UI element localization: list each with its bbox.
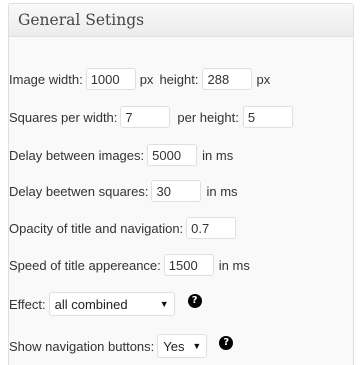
opacity-input[interactable] bbox=[186, 217, 237, 239]
effect-label: Effect: bbox=[9, 296, 46, 312]
nav-buttons-select-value: Yes bbox=[163, 338, 185, 354]
image-height-input[interactable] bbox=[202, 68, 253, 90]
delay-squares-input[interactable] bbox=[151, 180, 202, 202]
delay-squares-unit: in ms bbox=[206, 183, 238, 199]
delay-images-unit: in ms bbox=[202, 147, 234, 163]
title-speed-unit: in ms bbox=[218, 257, 250, 273]
delay-images-row: Delay between images: in ms bbox=[9, 144, 233, 166]
delay-squares-label: Delay beetwen squares: bbox=[9, 183, 149, 199]
help-icon[interactable]: ? bbox=[187, 293, 202, 308]
image-width-unit: px bbox=[139, 71, 154, 87]
delay-images-label: Delay between images: bbox=[9, 147, 145, 163]
title-speed-label: Speed of title appereance: bbox=[9, 257, 161, 273]
squares-per-height-label: per height: bbox=[177, 109, 239, 125]
squares-per-height-input[interactable] bbox=[242, 106, 293, 128]
title-speed-input[interactable] bbox=[163, 254, 214, 276]
title-speed-row: Speed of title appereance: in ms bbox=[9, 254, 250, 276]
panel-header: General Setings bbox=[9, 4, 353, 37]
nav-buttons-label: Show navigation buttons: bbox=[9, 338, 155, 354]
opacity-label: Opacity of title and navigation: bbox=[9, 220, 184, 236]
chevron-down-icon: ▼ bbox=[192, 341, 202, 351]
delay-squares-row: Delay beetwen squares: in ms bbox=[9, 180, 238, 202]
panel-title: General Setings bbox=[18, 11, 145, 29]
squares-per-width-label: Squares per width: bbox=[9, 109, 118, 125]
nav-buttons-select[interactable]: Yes ▼ bbox=[157, 334, 208, 358]
nav-buttons-row: Show navigation buttons: Yes ▼ ? bbox=[9, 334, 234, 358]
image-height-unit: px bbox=[256, 71, 271, 87]
image-height-label: height: bbox=[159, 71, 199, 87]
squares-per-width-input[interactable] bbox=[120, 106, 171, 128]
image-width-input[interactable] bbox=[85, 68, 136, 90]
squares-row: Squares per width: per height: bbox=[9, 106, 293, 128]
chevron-down-icon: ▼ bbox=[159, 299, 169, 309]
help-icon[interactable]: ? bbox=[219, 335, 234, 350]
delay-images-input[interactable] bbox=[147, 144, 198, 166]
effect-select[interactable]: all combined ▼ bbox=[48, 292, 175, 316]
image-width-label: Image width: bbox=[9, 71, 83, 87]
opacity-row: Opacity of title and navigation: bbox=[9, 217, 237, 239]
effect-select-value: all combined bbox=[54, 296, 128, 312]
image-size-row: Image width: px height: px bbox=[9, 68, 270, 90]
effect-row: Effect: all combined ▼ ? bbox=[9, 292, 202, 316]
